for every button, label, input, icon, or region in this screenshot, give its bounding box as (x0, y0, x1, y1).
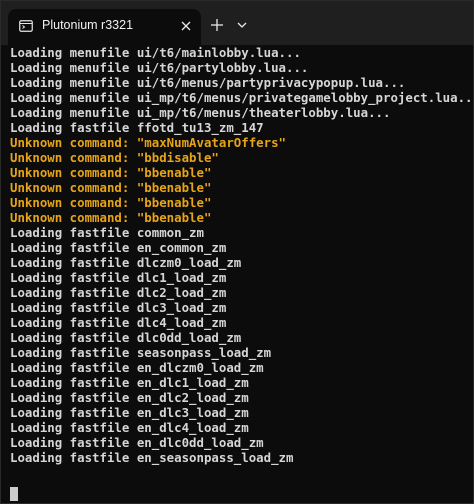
console-line: Loading fastfile en_dlc2_load_zm (10, 390, 249, 405)
console-line-warning: Unknown command: "bbenable" (10, 195, 212, 210)
console-line-warning: Unknown command: "bbdisable" (10, 150, 219, 165)
terminal-icon (19, 20, 33, 32)
terminal-window: Plutonium r3321 Loading menufile ui/t6/m… (0, 0, 474, 504)
tab-plutonium[interactable]: Plutonium r3321 (8, 9, 201, 45)
console-line-warning: Unknown command: "bbenable" (10, 165, 212, 180)
console-line: Loading fastfile dlc4_load_zm (10, 315, 227, 330)
title-bar: Plutonium r3321 (1, 1, 473, 45)
console-line: Loading fastfile en_dlc1_load_zm (10, 375, 249, 390)
console-line: Loading fastfile en_dlc3_load_zm (10, 405, 249, 420)
console-line: Loading fastfile dlc1_load_zm (10, 270, 227, 285)
console-line: Loading fastfile ffotd_tu13_zm_147 (10, 120, 264, 135)
console-line: Loading fastfile dlczm0_load_zm (10, 255, 242, 270)
text-cursor (10, 487, 18, 501)
console-line: Loading fastfile en_dlc0dd_load_zm (10, 435, 264, 450)
plus-icon[interactable] (207, 15, 227, 35)
console-line: Loading fastfile common_zm (10, 225, 204, 240)
console-line: Loading fastfile en_dlczm0_load_zm (10, 360, 264, 375)
console-line: Loading menufile ui/t6/partylobby.lua... (10, 60, 309, 75)
chevron-down-icon[interactable] (233, 15, 251, 35)
console-line: Loading fastfile dlc3_load_zm (10, 300, 227, 315)
console-line: Loading fastfile dlc0dd_load_zm (10, 330, 242, 345)
console-line: Loading menufile ui_mp/t6/menus/privateg… (10, 90, 474, 105)
close-icon[interactable] (178, 18, 194, 34)
console-line: Loading fastfile en_dlc4_load_zm (10, 420, 249, 435)
console-line-warning: Unknown command: "maxNumAvatarOffers" (10, 135, 287, 150)
console-line: Loading fastfile en_seasonpass_load_zm (10, 450, 294, 465)
console-line: Loading menufile ui/t6/menus/partyprivac… (10, 75, 406, 90)
console-line: Loading fastfile seasonpass_load_zm (10, 345, 272, 360)
tab-title: Plutonium r3321 (42, 18, 134, 32)
console-line: Loading menufile ui/t6/mainlobby.lua... (10, 45, 301, 60)
console-line: Loading menufile ui_mp/t6/menus/theaterl… (10, 105, 391, 120)
console-line: Loading fastfile dlc2_load_zm (10, 285, 227, 300)
console-output[interactable]: Loading menufile ui/t6/mainlobby.lua... L… (10, 45, 474, 495)
console-line-warning: Unknown command: "bbenable" (10, 210, 212, 225)
console-line-warning: Unknown command: "bbenable" (10, 180, 212, 195)
console-line: Loading fastfile en_common_zm (10, 240, 227, 255)
